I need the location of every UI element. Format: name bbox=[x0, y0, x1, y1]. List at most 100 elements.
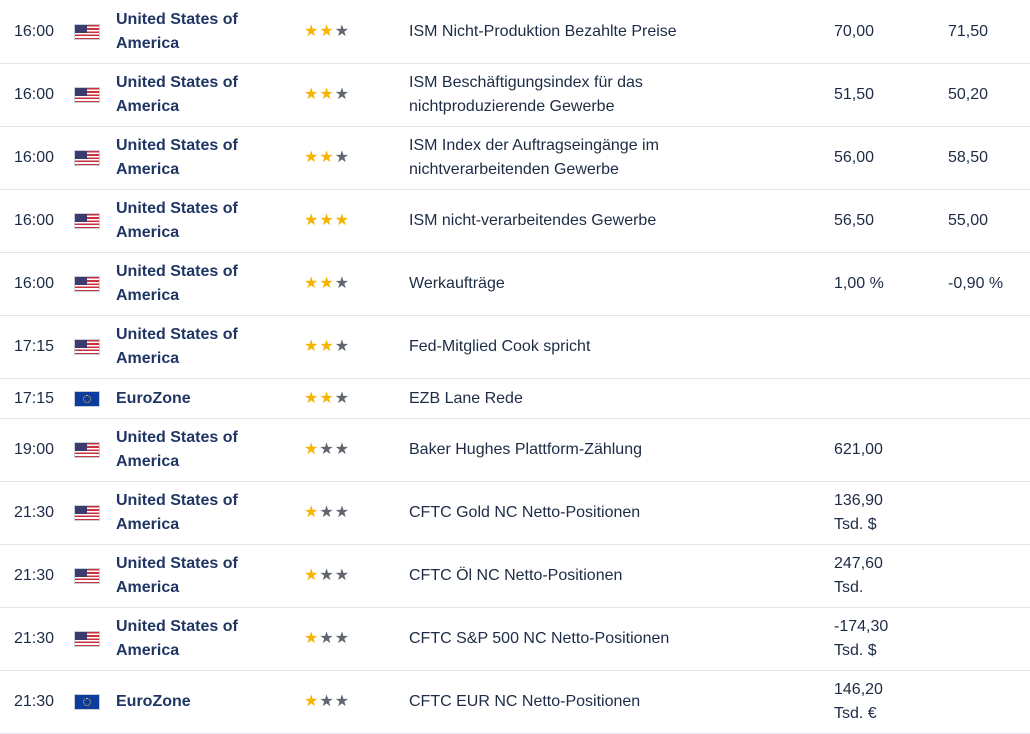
country-line: United States of bbox=[116, 326, 238, 343]
flag-cell bbox=[74, 419, 102, 481]
country-line: United States of bbox=[116, 429, 238, 446]
country-link[interactable]: United States of America bbox=[116, 190, 286, 252]
event-line: Fed-Mitglied Cook spricht bbox=[409, 338, 591, 355]
event-time: 17:15 bbox=[14, 338, 55, 355]
us-flag-icon bbox=[74, 505, 100, 521]
us-flag-icon bbox=[74, 87, 100, 103]
country-line: America bbox=[116, 34, 180, 52]
table-row[interactable]: 21:30 EuroZone ★ ★ ★ CFTC EUR NC Netto-Positi… bbox=[0, 671, 1030, 734]
table-row[interactable]: 16:00 United States of America ★ ★ ★ ISM Besch… bbox=[0, 64, 1030, 127]
flag-cell bbox=[74, 127, 102, 189]
event-time: 16:00 bbox=[14, 149, 55, 166]
table-row[interactable]: 16:00 United States of America ★ ★ ★ ISM Nicht… bbox=[0, 0, 1030, 64]
country-link[interactable]: EuroZone bbox=[116, 671, 286, 733]
event-line: ISM Nicht-Produktion Bezahlte Preise bbox=[409, 22, 677, 40]
star-icon: ★ bbox=[334, 567, 350, 584]
importance-rating: ★ ★ ★ bbox=[304, 253, 364, 315]
country-link[interactable]: United States of America bbox=[116, 608, 286, 670]
actual-value: 146,20 Tsd. € bbox=[834, 671, 934, 733]
event-line: CFTC Öl NC Netto-Positionen bbox=[409, 567, 623, 584]
forecast-value: 71,50 bbox=[948, 22, 989, 40]
event-name[interactable]: Baker Hughes Plattform-Zählung bbox=[409, 419, 809, 481]
forecast-value bbox=[948, 608, 1028, 670]
country-line: America bbox=[116, 224, 180, 241]
country-link[interactable]: United States of America bbox=[116, 482, 286, 544]
event-name[interactable]: CFTC EUR NC Netto-Positionen bbox=[409, 671, 809, 733]
actual-line: Tsd. bbox=[834, 579, 864, 596]
country-line: America bbox=[116, 350, 180, 367]
table-row[interactable]: 17:15 EuroZone ★ ★ ★ EZB Lane Rede bbox=[0, 379, 1030, 419]
event-name[interactable]: Fed-Mitglied Cook spricht bbox=[409, 316, 809, 378]
actual-value: 56,00 bbox=[834, 127, 934, 189]
star-icon: ★ bbox=[334, 693, 350, 710]
table-row[interactable]: 21:30 United States of America ★ ★ ★ CFTC Gold… bbox=[0, 482, 1030, 545]
us-flag-icon bbox=[74, 631, 100, 647]
star-icon: ★ bbox=[304, 338, 319, 355]
actual-value: 1,00 % bbox=[834, 253, 934, 315]
forecast-value: 50,20 bbox=[948, 86, 989, 103]
event-line: CFTC S&P 500 NC Netto-Positionen bbox=[409, 630, 670, 647]
country-link[interactable]: United States of America bbox=[116, 253, 286, 315]
star-icon: ★ bbox=[319, 441, 334, 458]
table-row[interactable]: 19:00 United States of America ★ ★ ★ Baker Hug… bbox=[0, 419, 1030, 482]
country-line: America bbox=[116, 642, 180, 659]
event-name[interactable]: CFTC S&P 500 NC Netto-Positionen bbox=[409, 608, 809, 670]
country-link[interactable]: United States of America bbox=[116, 64, 286, 126]
event-line: ISM Beschäftigungsindex für das bbox=[409, 74, 643, 91]
table-row[interactable]: 16:00 United States of America ★ ★ ★ ISM Index… bbox=[0, 127, 1030, 190]
event-name[interactable]: ISM Index der Auftragseingänge im nichtve… bbox=[409, 127, 809, 189]
event-line: nichtproduzierende Gewerbe bbox=[409, 98, 615, 115]
table-row[interactable]: 16:00 United States of America ★ ★ ★ ISM nicht… bbox=[0, 190, 1030, 253]
event-time: 21:30 bbox=[14, 693, 55, 710]
event-line: Baker Hughes Plattform-Zählung bbox=[409, 441, 642, 458]
country-line: United States of bbox=[116, 137, 238, 154]
country-link[interactable]: EuroZone bbox=[116, 379, 286, 418]
forecast-value bbox=[948, 419, 1028, 481]
importance-rating: ★ ★ ★ bbox=[304, 545, 364, 607]
event-time: 19:00 bbox=[14, 441, 55, 458]
flag-cell bbox=[74, 190, 102, 252]
table-row[interactable]: 21:30 United States of America ★ ★ ★ CFTC S&P … bbox=[0, 608, 1030, 671]
forecast-value bbox=[948, 545, 1028, 607]
star-icon: ★ bbox=[319, 275, 334, 292]
event-time: 21:30 bbox=[14, 504, 55, 521]
flag-cell bbox=[74, 545, 102, 607]
country-link[interactable]: United States of America bbox=[116, 0, 286, 63]
star-icon: ★ bbox=[304, 630, 319, 647]
actual-value: 70,00 bbox=[834, 0, 934, 63]
event-name[interactable]: CFTC Öl NC Netto-Positionen bbox=[409, 545, 809, 607]
table-row[interactable]: 16:00 United States of America ★ ★ ★ Werkauftr… bbox=[0, 253, 1030, 316]
table-row[interactable]: 21:30 United States of America ★ ★ ★ CFTC Öl N… bbox=[0, 545, 1030, 608]
importance-rating: ★ ★ ★ bbox=[304, 64, 364, 126]
forecast-value: -0,90 % bbox=[948, 275, 1004, 292]
country-line: United States of bbox=[116, 618, 238, 635]
star-icon: ★ bbox=[319, 693, 334, 710]
country-link[interactable]: United States of America bbox=[116, 545, 286, 607]
table-row[interactable]: 17:15 United States of America ★ ★ ★ Fed-Mitgl… bbox=[0, 316, 1030, 379]
us-flag-icon bbox=[74, 339, 100, 355]
country-line: America bbox=[116, 287, 180, 304]
star-icon: ★ bbox=[319, 389, 334, 407]
star-icon: ★ bbox=[304, 275, 319, 292]
country-link[interactable]: United States of America bbox=[116, 127, 286, 189]
country-line: United States of bbox=[116, 74, 238, 91]
event-name[interactable]: ISM Beschäftigungsindex für das nichtprod… bbox=[409, 64, 809, 126]
event-name[interactable]: ISM nicht-verarbeitendes Gewerbe bbox=[409, 190, 809, 252]
actual-line: 56,00 bbox=[834, 149, 875, 166]
us-flag-icon bbox=[74, 442, 100, 458]
event-name[interactable]: ISM Nicht-Produktion Bezahlte Preise bbox=[409, 0, 809, 63]
country-line: United States of bbox=[116, 200, 238, 217]
event-name[interactable]: CFTC Gold NC Netto-Positionen bbox=[409, 482, 809, 544]
country-link[interactable]: United States of America bbox=[116, 316, 286, 378]
country-line: America bbox=[116, 98, 180, 115]
country-link[interactable]: United States of America bbox=[116, 419, 286, 481]
country-line: America bbox=[116, 161, 180, 178]
country-line: United States of bbox=[116, 10, 238, 28]
forecast-value: 58,50 bbox=[948, 149, 989, 166]
country-line: United States of bbox=[116, 263, 238, 280]
actual-value: 56,50 bbox=[834, 190, 934, 252]
forecast-value: 55,00 bbox=[948, 212, 989, 229]
star-icon: ★ bbox=[304, 567, 319, 584]
event-name[interactable]: Werkaufträge bbox=[409, 253, 809, 315]
event-name[interactable]: EZB Lane Rede bbox=[409, 379, 809, 418]
